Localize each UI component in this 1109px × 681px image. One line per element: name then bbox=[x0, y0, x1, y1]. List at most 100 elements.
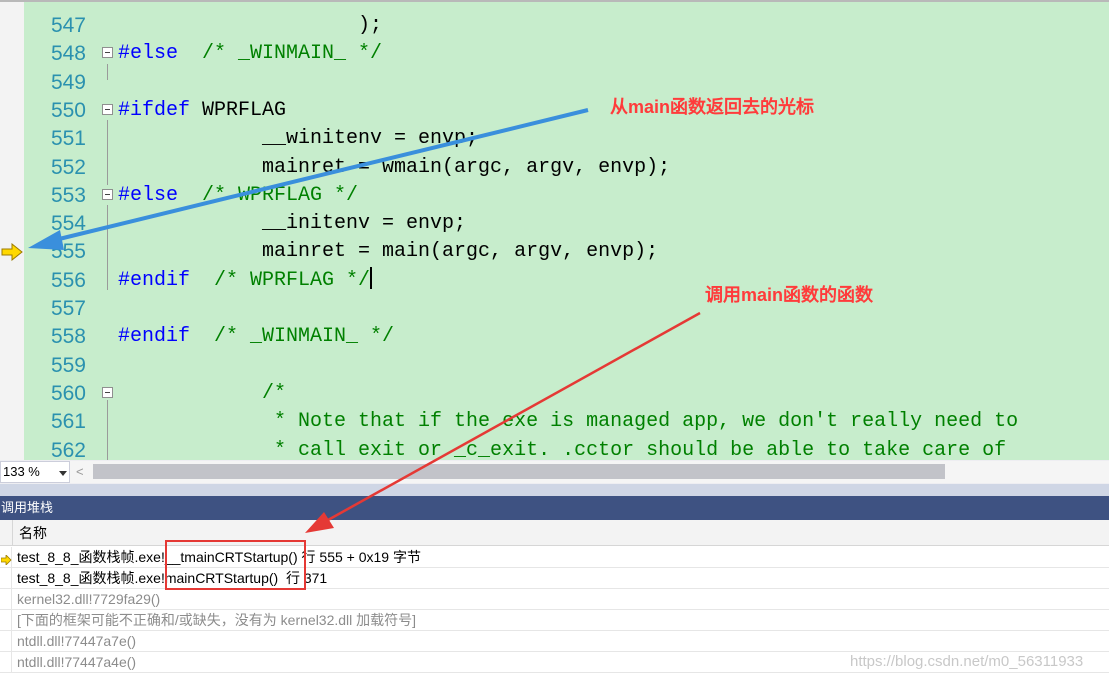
line-number: 552 bbox=[50, 155, 86, 179]
column-separator bbox=[12, 520, 13, 546]
watermark: https://blog.csdn.net/m0_56311933 bbox=[850, 653, 1084, 670]
code-text: #endif /* WPRFLAG */ bbox=[118, 266, 373, 295]
current-statement-arrow-icon bbox=[1, 242, 23, 266]
code-line[interactable]: 556 #endif /* WPRFLAG */ bbox=[0, 266, 1109, 295]
code-line[interactable]: 549 bbox=[0, 69, 1109, 97]
row-indicator-cell bbox=[0, 568, 12, 588]
line-number: 549 bbox=[50, 70, 86, 94]
code-line[interactable]: 559 bbox=[0, 352, 1109, 380]
code-line[interactable]: 547 ); bbox=[0, 12, 1109, 40]
callstack-row[interactable]: ntdll.dll!77447a7e() bbox=[0, 631, 1109, 652]
line-number: 562 bbox=[50, 438, 86, 461]
code-text: #ifdef WPRFLAG bbox=[118, 97, 286, 125]
code-text: #else /* _WINMAIN_ */ bbox=[118, 40, 382, 68]
line-number: 559 bbox=[50, 353, 86, 377]
code-line[interactable]: 552 mainret = wmain(argc, argv, envp); bbox=[0, 154, 1109, 182]
code-line[interactable]: 548 #else /* _WINMAIN_ */ bbox=[0, 40, 1109, 68]
callstack-row[interactable]: kernel32.dll!7729fa29() bbox=[0, 589, 1109, 610]
code-token: __winitenv = envp; bbox=[118, 127, 479, 151]
scroll-left-icon[interactable]: < bbox=[76, 465, 84, 479]
code-line[interactable]: 561 * Note that if the exe is managed ap… bbox=[0, 408, 1109, 436]
callstack-frame-name: [下面的框架可能不正确和/或缺失，没有为 kernel32.dll 加载符号] bbox=[17, 612, 417, 628]
code-line[interactable]: 554 __initenv = envp; bbox=[0, 210, 1109, 238]
code-token: * Note that if the exe is managed app, w… bbox=[118, 410, 1019, 434]
code-token: mainret = wmain(argc, argv, envp); bbox=[118, 155, 671, 179]
code-token: #endif bbox=[118, 268, 191, 292]
panel-splitter[interactable] bbox=[0, 484, 1109, 496]
code-token: #ifdef bbox=[118, 98, 191, 122]
chevron-down-icon bbox=[59, 471, 67, 476]
collapse-icon[interactable] bbox=[102, 386, 113, 398]
callstack-panel-title: 调用堆栈 bbox=[0, 496, 1109, 520]
code-token: __initenv = envp; bbox=[118, 212, 467, 236]
code-text: ); bbox=[118, 12, 382, 40]
zoom-value: 133 % bbox=[3, 464, 40, 479]
collapse-icon[interactable] bbox=[102, 47, 113, 59]
row-indicator-cell bbox=[0, 610, 12, 630]
collapse-icon[interactable] bbox=[102, 103, 113, 115]
line-number: 554 bbox=[50, 212, 86, 236]
line-number: 551 bbox=[50, 127, 86, 151]
code-text: * call exit or _c_exit. .cctor should be… bbox=[118, 437, 1006, 461]
code-token: #else bbox=[118, 42, 179, 66]
callstack-row[interactable]: [下面的框架可能不正确和/或缺失，没有为 kernel32.dll 加载符号] bbox=[0, 610, 1109, 631]
code-text: __initenv = envp; bbox=[118, 210, 466, 238]
line-number: 547 bbox=[50, 14, 86, 37]
code-token: * call exit or _c_exit. .cctor should be… bbox=[118, 438, 1007, 461]
editor-status-bar: 133 % < bbox=[0, 460, 1109, 484]
code-token: #endif bbox=[118, 325, 191, 349]
code-line[interactable]: 557 bbox=[0, 295, 1109, 323]
code-editor[interactable]: 547 ); 548 #else /* _WINMAIN_ */549 550 #ifd… bbox=[0, 0, 1109, 460]
line-number: 561 bbox=[50, 410, 86, 434]
code-text: #else /* WPRFLAG */ bbox=[118, 182, 358, 210]
code-token: #else bbox=[118, 183, 179, 207]
code-line[interactable]: 560 /* bbox=[0, 380, 1109, 408]
code-line[interactable]: 558 #endif /* _WINMAIN_ */ bbox=[0, 323, 1109, 351]
code-line[interactable]: 553 #else /* WPRFLAG */ bbox=[0, 182, 1109, 210]
fold-guide-line bbox=[107, 205, 108, 290]
code-token: WPRFLAG bbox=[190, 98, 287, 122]
code-text: #endif /* _WINMAIN_ */ bbox=[118, 323, 394, 351]
code-text: __winitenv = envp; bbox=[118, 125, 478, 153]
code-text: * Note that if the exe is managed app, w… bbox=[118, 408, 1018, 436]
callstack-frame-name: kernel32.dll!7729fa29() bbox=[17, 591, 161, 607]
row-indicator-cell bbox=[0, 589, 12, 609]
horizontal-scrollbar[interactable]: < bbox=[70, 461, 1109, 483]
code-token: /* bbox=[118, 381, 287, 405]
callstack-frame-name: ntdll.dll!77447a7e() bbox=[17, 633, 137, 649]
code-token: ); bbox=[118, 14, 383, 37]
code-line[interactable]: 562 * call exit or _c_exit. .cctor shoul… bbox=[0, 437, 1109, 461]
scrollbar-thumb[interactable] bbox=[93, 464, 945, 479]
code-line[interactable]: 551 __winitenv = envp; bbox=[0, 125, 1109, 153]
cursor-annotation: 从main函数返回去的光标 bbox=[610, 97, 815, 117]
callstack-frame-name: ntdll.dll!77447a4e() bbox=[17, 654, 137, 670]
fold-guide-line bbox=[107, 64, 108, 80]
code-token: /* WPRFLAG */ bbox=[178, 183, 359, 207]
code-text: /* bbox=[118, 380, 286, 408]
line-number: 556 bbox=[50, 268, 86, 292]
row-indicator-cell bbox=[0, 652, 12, 672]
collapse-icon[interactable] bbox=[102, 188, 113, 200]
code-line[interactable]: 555 mainret = main(argc, argv, envp); bbox=[0, 238, 1109, 266]
code-token: mainret = main(argc, argv, envp); bbox=[118, 240, 659, 264]
zoom-dropdown[interactable]: 133 % bbox=[0, 461, 70, 483]
code-text: mainret = main(argc, argv, envp); bbox=[118, 238, 658, 266]
highlight-box bbox=[165, 540, 306, 590]
row-indicator-cell bbox=[0, 631, 12, 651]
line-number: 560 bbox=[50, 381, 86, 405]
code-line[interactable]: 550 #ifdef WPRFLAG bbox=[0, 97, 1109, 125]
line-number: 553 bbox=[50, 183, 86, 207]
line-number: 548 bbox=[50, 42, 86, 66]
line-number: 557 bbox=[50, 297, 86, 320]
column-header-name[interactable]: 名称 bbox=[19, 520, 47, 546]
row-indicator-cell bbox=[0, 547, 12, 567]
fold-guide-line bbox=[107, 120, 108, 185]
fold-guide-line bbox=[107, 400, 108, 460]
editor-top-border bbox=[0, 0, 1109, 2]
code-token: /* _WINMAIN_ */ bbox=[190, 325, 395, 349]
line-number: 550 bbox=[50, 98, 86, 122]
line-number: 555 bbox=[50, 240, 86, 264]
text-caret bbox=[370, 266, 373, 289]
code-token: /* WPRFLAG */ bbox=[190, 268, 371, 292]
code-text: mainret = wmain(argc, argv, envp); bbox=[118, 154, 670, 182]
